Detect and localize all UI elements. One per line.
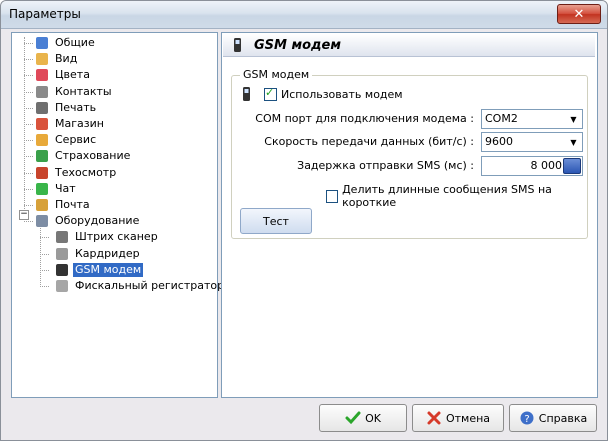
split-sms-checkbox[interactable] xyxy=(326,189,339,203)
window-title: Параметры xyxy=(9,7,81,21)
tree-item[interactable]: Оборудование xyxy=(34,213,141,229)
com-port-value: COM2 xyxy=(485,112,518,125)
tree-item-label: Печать xyxy=(55,100,97,114)
button-bar: OK Отмена ? Справка xyxy=(1,398,607,440)
sms-delay-label: Задержка отправки SMS (мс) : xyxy=(297,159,474,172)
mobile-phone-icon xyxy=(234,38,241,52)
tree-item-label: Штрих сканер xyxy=(75,230,158,244)
tree-item-label: Магазин xyxy=(55,117,104,130)
equipment-icon xyxy=(36,215,48,228)
group-title: GSM модем xyxy=(240,68,313,81)
com-port-select[interactable]: COM2 ▼ xyxy=(481,109,583,129)
chat-icon xyxy=(36,182,48,195)
tree-item-label: Чат xyxy=(55,181,76,195)
com-port-label: COM порт для подключения модема : xyxy=(255,112,474,125)
store-icon xyxy=(36,118,48,130)
checkmark-icon xyxy=(345,411,361,425)
tree-item-label: Цвета xyxy=(55,68,90,82)
tree-item[interactable]: Штрих сканер xyxy=(54,229,160,245)
gsm-modem-group: GSM модем Использовать модем COM порт дл… xyxy=(231,68,588,239)
chevron-down-icon[interactable]: ▼ xyxy=(566,134,581,150)
ok-button[interactable]: OK xyxy=(319,404,407,432)
contacts-icon xyxy=(36,85,48,98)
close-icon: ✕ xyxy=(573,6,585,22)
use-modem-label: Использовать модем xyxy=(281,88,403,101)
tree-item[interactable]: Цвета xyxy=(34,67,92,83)
svg-text:?: ? xyxy=(524,414,529,425)
title-bar[interactable]: Параметры ✕ xyxy=(1,1,607,29)
panel-header: GSM модем xyxy=(223,34,595,57)
tree-item[interactable]: Общие xyxy=(34,35,97,51)
card-reader-icon xyxy=(56,247,68,260)
view-icon xyxy=(36,53,48,66)
tree-item-label: Вид xyxy=(55,52,78,66)
sms-delay-input[interactable]: 8 000 xyxy=(481,156,583,176)
settings-tree[interactable]: − Общие Вид Цвета Контакты Печать Магазин Серв… xyxy=(11,32,224,398)
printer-icon xyxy=(36,101,48,114)
general-icon xyxy=(36,37,48,49)
help-label: Справка xyxy=(538,411,588,425)
mail-icon xyxy=(36,199,48,211)
cross-icon xyxy=(427,411,441,425)
close-button[interactable]: ✕ xyxy=(557,4,601,24)
tree-item-label: Техосмотр xyxy=(55,165,117,179)
settings-panel: GSM модем GSM модем Использовать модем C… xyxy=(221,32,598,398)
chevron-down-icon[interactable]: ▼ xyxy=(566,111,581,127)
tree-item[interactable]: Фискальный регистратор xyxy=(54,278,226,294)
tree-item-label: Сервис xyxy=(55,133,97,147)
tree-item-label: Контакты xyxy=(55,84,112,98)
cancel-button[interactable]: Отмена xyxy=(412,404,504,432)
tree-item-label: Почта xyxy=(55,198,90,211)
speed-select[interactable]: 9600 ▼ xyxy=(481,132,583,152)
cancel-label: Отмена xyxy=(445,411,491,425)
help-button[interactable]: ? Справка xyxy=(509,404,597,432)
tree-item[interactable]: Техосмотр xyxy=(34,165,118,181)
inspection-icon xyxy=(36,166,48,179)
split-sms-label: Делить длинные сообщения SMS на короткие xyxy=(342,183,552,209)
speed-label: Скорость передачи данных (бит/с) : xyxy=(264,135,474,148)
colors-icon xyxy=(36,69,48,82)
tree-item[interactable]: Контакты xyxy=(34,84,114,100)
tree-item[interactable]: Кардридер xyxy=(54,246,142,262)
tree-item-label: Кардридер xyxy=(75,246,140,260)
collapse-equipment-icon[interactable]: − xyxy=(19,210,29,220)
help-icon: ? xyxy=(520,411,534,425)
tree-item-label: Общие xyxy=(55,36,95,49)
dialog-body: − Общие Вид Цвета Контакты Печать Магазин Серв… xyxy=(1,29,607,440)
sms-delay-value: 8 000 xyxy=(530,159,563,172)
ok-label: OK xyxy=(365,411,381,425)
tree-item[interactable]: Почта xyxy=(34,197,92,213)
insurance-icon xyxy=(36,150,48,163)
tree-item[interactable]: Печать xyxy=(34,100,98,116)
mobile-phone-icon xyxy=(243,87,250,101)
service-icon xyxy=(36,134,48,147)
tree-item[interactable]: Чат xyxy=(34,181,78,197)
tree-item[interactable]: Вид xyxy=(34,51,79,67)
barcode-scanner-icon xyxy=(56,231,68,244)
tree-item-label: Оборудование xyxy=(55,214,140,228)
tree-item[interactable]: GSM модем xyxy=(54,262,144,278)
tree-item[interactable]: Магазин xyxy=(34,116,106,132)
tree-item-label: Страхование xyxy=(55,149,131,163)
fiscal-register-icon xyxy=(56,280,68,292)
speed-value: 9600 xyxy=(485,135,513,148)
split-sms-row: Делить длинные сообщения SMS на короткие xyxy=(326,183,587,209)
use-modem-checkbox[interactable] xyxy=(264,86,277,101)
tree-item[interactable]: Страхование xyxy=(34,148,132,164)
panel-title: GSM модем xyxy=(254,37,341,53)
calculator-icon[interactable] xyxy=(563,158,581,174)
settings-window: Параметры ✕ − Общие Вид Цвета Контакты Печат… xyxy=(0,0,608,441)
mobile-phone-icon xyxy=(56,263,68,276)
tree-item-label: Фискальный регистратор xyxy=(75,279,225,292)
use-modem-row: Использовать модем xyxy=(264,86,403,101)
test-button[interactable]: Тест xyxy=(240,208,312,234)
tree-item[interactable]: Сервис xyxy=(34,132,98,148)
tree-item-label: GSM модем xyxy=(73,262,144,277)
